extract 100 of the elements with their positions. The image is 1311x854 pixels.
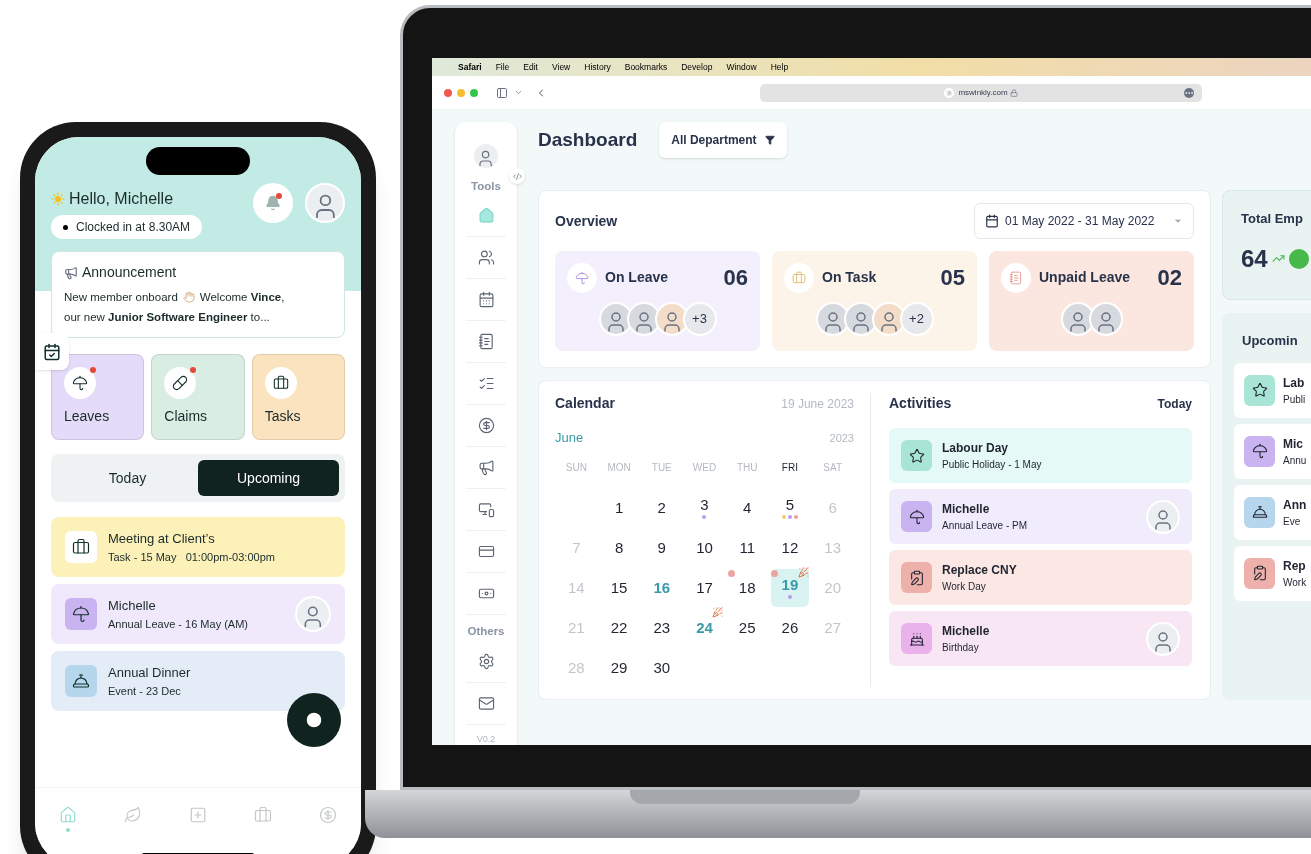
- calendar-day[interactable]: 26: [770, 608, 809, 647]
- calendar-day[interactable]: 8: [600, 528, 639, 567]
- announcement-text: New member onboard: [64, 290, 178, 305]
- activity-item[interactable]: Labour Day Public Holiday - 1 May: [889, 428, 1192, 483]
- activity-subtitle: Public Holiday - 1 May: [942, 458, 1043, 472]
- clock-in-button[interactable]: [287, 693, 341, 747]
- umbrella-icon: [72, 375, 88, 391]
- calendar-day[interactable]: 2: [642, 488, 681, 527]
- upcoming-subtitle: Annu: [1283, 453, 1307, 468]
- menu-item[interactable]: Develop: [681, 60, 713, 74]
- menu-item[interactable]: Bookmarks: [624, 60, 668, 74]
- calendar-day[interactable]: 10: [685, 528, 724, 567]
- code-icon: [512, 171, 522, 181]
- event-card[interactable]: Michelle Annual Leave - 16 May (AM): [51, 584, 345, 644]
- sidebar-toggle-icon[interactable]: [496, 86, 508, 99]
- segment-tab[interactable]: Today: [57, 460, 198, 496]
- chevron-down-icon[interactable]: [514, 88, 523, 97]
- cake-icon: [908, 630, 925, 647]
- announcement-text: our new Junior Software Engineer to...: [64, 310, 271, 325]
- page-title: Dashboard: [538, 127, 638, 152]
- star-icon: [908, 447, 925, 464]
- notifications-button[interactable]: [253, 183, 293, 223]
- umbrella-icon: [1251, 443, 1268, 459]
- shortcut-tile[interactable]: Claims: [151, 354, 245, 440]
- calendar-icon: [43, 342, 61, 361]
- people-icon: [477, 249, 495, 267]
- calendar-day[interactable]: 9: [642, 528, 681, 567]
- collapse-toggle[interactable]: [509, 168, 525, 184]
- card-title: Upcomin: [1242, 332, 1299, 350]
- activity-item[interactable]: Michelle Birthday: [889, 611, 1192, 666]
- weekday-label: THU: [735, 460, 759, 475]
- calendar-day[interactable]: 25: [728, 608, 767, 647]
- calendar-day[interactable]: 17: [685, 568, 724, 607]
- more-icon[interactable]: [1184, 87, 1194, 98]
- department-filter[interactable]: All Department: [659, 122, 787, 158]
- weekday-label: SUN: [564, 460, 588, 475]
- date-range-picker[interactable]: 01 May 2022 - 31 May 2022: [974, 203, 1194, 239]
- weekday-label: FRI: [780, 460, 799, 475]
- shortcut-tile[interactable]: Tasks: [251, 354, 345, 440]
- activity-item[interactable]: Michelle Annual Leave - PM: [889, 489, 1192, 544]
- dollar-icon: [319, 806, 338, 824]
- home-icon: [58, 806, 77, 824]
- notepad-icon: [1009, 270, 1023, 285]
- leaf-icon: [123, 806, 142, 824]
- calendar-day[interactable]: 23: [642, 608, 681, 647]
- maximize-window-icon[interactable]: [470, 88, 478, 97]
- calendar-day[interactable]: 3: [685, 488, 724, 527]
- address-bar[interactable]: mswinkly.com: [760, 83, 1202, 102]
- close-window-icon[interactable]: [444, 88, 452, 97]
- menu-item[interactable]: View: [552, 60, 571, 74]
- event-title: Meeting at Client’s: [108, 530, 216, 548]
- briefcase-icon: [254, 806, 273, 824]
- shortcut-tile[interactable]: Leaves: [51, 354, 145, 440]
- menu-item[interactable]: Help: [770, 60, 789, 74]
- upcoming-item[interactable]: Ann Eve: [1234, 484, 1311, 540]
- menu-item[interactable]: File: [495, 60, 510, 74]
- plus-icon: [188, 806, 207, 824]
- calendar-icon: [477, 291, 495, 309]
- event-card[interactable]: Annual Dinner Event - 23 Dec: [51, 651, 345, 711]
- current-date: 19 June 2023: [781, 395, 854, 413]
- event-subtitle: Annual Leave - 16 May (AM): [108, 616, 249, 632]
- version-label: V0.2: [476, 732, 496, 745]
- menu-item[interactable]: History: [584, 60, 611, 74]
- activity-subtitle: Birthday: [942, 641, 980, 655]
- calendar-day[interactable]: 29: [600, 648, 639, 687]
- activity-item[interactable]: Replace CNY Work Day: [889, 550, 1192, 605]
- upcoming-subtitle: Eve: [1283, 514, 1302, 529]
- stat-label: Unpaid Leave: [1039, 268, 1131, 287]
- calendar-day[interactable]: 11: [728, 528, 767, 567]
- bell-icon: [265, 195, 281, 211]
- calendar-day[interactable]: 18: [728, 568, 767, 607]
- stat-label: On Leave: [605, 268, 669, 287]
- star-icon: [1251, 382, 1268, 398]
- calendar-day[interactable]: 22: [600, 608, 639, 647]
- avatar: [1088, 302, 1123, 336]
- menu-item[interactable]: Window: [726, 60, 757, 74]
- activity-title: Michelle: [942, 623, 991, 640]
- calendar-day[interactable]: 15: [600, 568, 639, 607]
- section-label: Tools: [471, 179, 501, 194]
- upcoming-item[interactable]: Mic Annu: [1234, 423, 1311, 479]
- segment-tab[interactable]: Upcoming: [198, 460, 339, 496]
- stat-count: 06: [723, 264, 748, 292]
- calendar-tab[interactable]: [35, 333, 69, 370]
- megaphone-icon: [64, 265, 78, 280]
- trend-up-icon: [1271, 252, 1285, 265]
- devices-icon: [477, 501, 495, 519]
- card-title: Total Emp: [1241, 210, 1304, 228]
- calendar-day[interactable]: 1: [600, 488, 639, 527]
- calendar-day[interactable]: 5: [770, 488, 809, 527]
- cloche-icon: [1251, 504, 1268, 520]
- calendar-day[interactable]: 12: [770, 528, 809, 567]
- menu-item[interactable]: Edit: [523, 60, 538, 74]
- section-label: Others: [467, 624, 505, 640]
- upcoming-title: Mic: [1283, 435, 1304, 453]
- upcoming-item[interactable]: Rep Work: [1234, 545, 1311, 601]
- upcoming-item[interactable]: Lab Publi: [1234, 362, 1311, 418]
- event-card[interactable]: Meeting at Client’s Task - 15 May 01:00pm-03:00pm: [51, 517, 345, 577]
- calendar-day[interactable]: 4: [728, 488, 767, 527]
- calendar-day[interactable]: 30: [642, 648, 681, 687]
- pill-icon: [172, 375, 189, 391]
